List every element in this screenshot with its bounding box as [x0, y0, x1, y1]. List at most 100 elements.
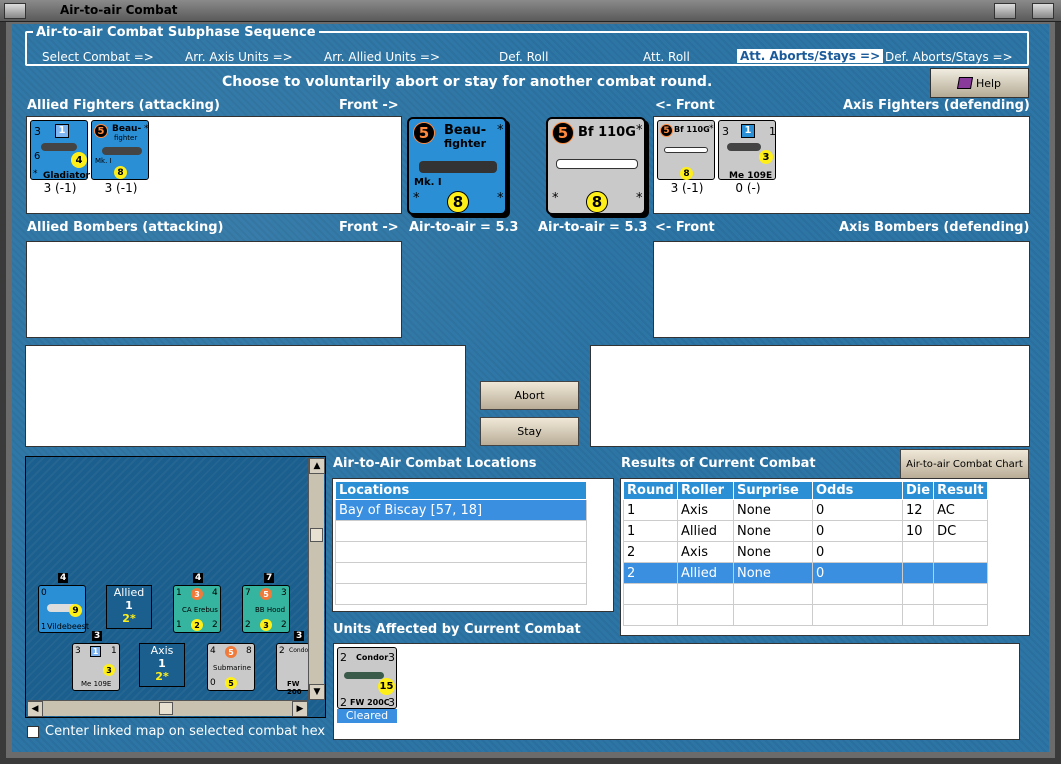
affected-box[interactable]: 2 Condor 3 15 2 FW 200C 3 Cleared [333, 643, 1020, 740]
unit-air-icon: 1 [741, 124, 755, 138]
abort-button[interactable]: Abort [480, 381, 579, 410]
allied-combatant-card[interactable]: 5 Beau- fighter * Mk. I * * 8 [407, 117, 507, 215]
results-row[interactable] [623, 604, 989, 626]
unit-stat: 3 [388, 696, 395, 709]
help-label: Help [975, 76, 1002, 90]
results-row[interactable]: 1 Axis None 0 12 AC [623, 499, 989, 521]
axis-fighters-box[interactable]: 5 Bf 110G * 8 3 (-1) 3 1 1 3 Me 109E 0 (… [653, 116, 1030, 214]
unit-sub: FW 200C [350, 698, 390, 707]
results-row[interactable]: 1 Allied None 0 10 DC [623, 520, 989, 542]
location-row[interactable]: Bay of Biscay [57, 18] [335, 499, 587, 521]
sequence-label: Air-to-air Combat Subphase Sequence [33, 25, 319, 40]
unit-stat: 0 [41, 588, 47, 598]
combatant-corner: * [413, 191, 420, 206]
panel-label: Allied [113, 586, 145, 599]
combatant-corner: * [497, 191, 504, 206]
help-button[interactable]: Help [930, 68, 1029, 98]
results-cell [933, 604, 989, 626]
unit-stat: 2 [281, 620, 287, 630]
axis-fighters-label: Axis Fighters (defending) [843, 98, 1030, 113]
unit-strength: 8 [680, 167, 693, 180]
scroll-thumb[interactable] [159, 702, 173, 715]
locations-header: Locations [335, 481, 587, 500]
unit-stat: 2 [212, 620, 218, 630]
results-cell [933, 583, 989, 605]
window: Air-to-air Combat Air-to-air Combat Subp… [0, 0, 1061, 764]
results-list[interactable]: Round Roller Surprise Odds Die Result 1A… [620, 478, 1030, 636]
location-row[interactable] [335, 520, 587, 542]
results-row-selected[interactable]: 2 Allied None 0 [623, 562, 989, 584]
title-bar: Air-to-air Combat [0, 0, 1061, 22]
location-row[interactable] [335, 583, 587, 605]
location-cell [335, 562, 587, 584]
unit-gladiator[interactable]: 3 1 6 4 * Gladiator [30, 120, 91, 181]
axis-stack-panel[interactable]: Axis 1 2* [139, 643, 185, 687]
minimize-button[interactable] [994, 3, 1016, 19]
affected-label: Units Affected by Current Combat [333, 622, 581, 637]
combatant-circle: 5 [552, 122, 574, 144]
location-row[interactable] [335, 562, 587, 584]
unit-beaufighter[interactable]: 5 Beau- fighter * Mk. I 8 [91, 120, 149, 180]
results-row[interactable]: 2 Axis None 0 [623, 541, 989, 563]
allied-stack-panel[interactable]: Allied 1 2* [106, 585, 152, 629]
results-cell [901, 541, 935, 563]
allied-bombers-box[interactable] [26, 241, 402, 338]
combat-chart-button[interactable]: Air-to-air Combat Chart [900, 449, 1029, 479]
unit-bf110g[interactable]: 5 Bf 110G * 8 [657, 120, 715, 180]
map-unit-me109e[interactable]: 3 1 1 3 Me 109E [72, 643, 120, 691]
panel-value: 2* [155, 670, 169, 683]
unit-me109e[interactable]: 3 1 1 3 Me 109E [718, 120, 776, 181]
help-book-icon [956, 77, 974, 89]
step-def-roll: Def. Roll [499, 50, 549, 64]
results-cell: DC [933, 520, 989, 542]
scroll-left-icon[interactable]: ◀ [27, 701, 43, 717]
unit-strength: 2 [191, 619, 203, 631]
results-cell: None [733, 499, 813, 521]
map-unit-submarine[interactable]: 4 5 8 Submarine 0 5 [207, 643, 255, 691]
map-horizontal-scrollbar[interactable]: ◀ ▶ [27, 700, 308, 717]
axis-combatant-card[interactable]: 5 Bf 110G * * * 8 [546, 117, 646, 215]
location-row[interactable] [335, 541, 587, 563]
plane-icon [664, 147, 708, 153]
center-map-checkbox[interactable] [27, 726, 39, 738]
scroll-thumb[interactable] [310, 528, 323, 542]
locations-list[interactable]: Locations Bay of Biscay [57, 18] [332, 478, 614, 612]
unit-circle: 3 [191, 588, 203, 600]
scroll-down-icon[interactable]: ▼ [309, 684, 325, 700]
results-cell: 0 [812, 520, 903, 542]
location-cell [335, 541, 587, 563]
unit-stat: 2 [245, 620, 251, 630]
unit-score: 3 (-1) [43, 181, 77, 195]
map-unit-vildebeest[interactable]: 0 9 1 Vildebeest [38, 585, 89, 633]
stay-button[interactable]: Stay [480, 417, 579, 446]
map-unit-condor[interactable]: 2 Condor FW 200 [276, 643, 311, 696]
linked-map[interactable]: 4 0 9 1 Vildebeest Allied 1 2* 4 1 3 4 C… [25, 456, 326, 718]
combatant-name: Beau- [444, 123, 487, 138]
map-vertical-scrollbar[interactable]: ▲ ▼ [308, 458, 325, 700]
results-cell [623, 604, 678, 626]
unit-name: Condor [356, 653, 389, 662]
axis-bombers-box[interactable] [653, 241, 1030, 338]
scroll-up-icon[interactable]: ▲ [309, 458, 325, 474]
results-cell [677, 583, 734, 605]
combatant-corner: * [636, 191, 643, 206]
allied-fighters-box[interactable]: 3 1 6 4 * Gladiator 3 (-1) 5 Beau- fight… [26, 116, 402, 214]
system-menu-button[interactable] [4, 3, 26, 19]
close-button[interactable] [1032, 3, 1054, 19]
results-cell: 0 [812, 541, 903, 563]
unit-name: Gladiator [43, 171, 91, 181]
axis-bombers-front: <- Front [655, 220, 715, 235]
allied-bombers-front: Front -> [339, 220, 399, 235]
results-row[interactable] [623, 583, 989, 605]
unit-circle: 5 [94, 124, 108, 138]
map-unit-bb-hood[interactable]: 7 5 3 BB Hood 2 3 2 [242, 585, 290, 633]
unit-stat: 1 [769, 125, 776, 138]
unit-strength: 3 [759, 150, 773, 164]
affected-unit-condor[interactable]: 2 Condor 3 15 2 FW 200C 3 [337, 647, 397, 709]
results-cell [733, 583, 813, 605]
results-cell: 10 [901, 520, 935, 542]
map-unit-ca-erebus[interactable]: 1 3 4 CA Erebus 1 2 2 [173, 585, 221, 633]
plane-icon [727, 143, 761, 151]
scroll-right-icon[interactable]: ▶ [292, 701, 308, 717]
unit-corner: * [144, 124, 149, 134]
